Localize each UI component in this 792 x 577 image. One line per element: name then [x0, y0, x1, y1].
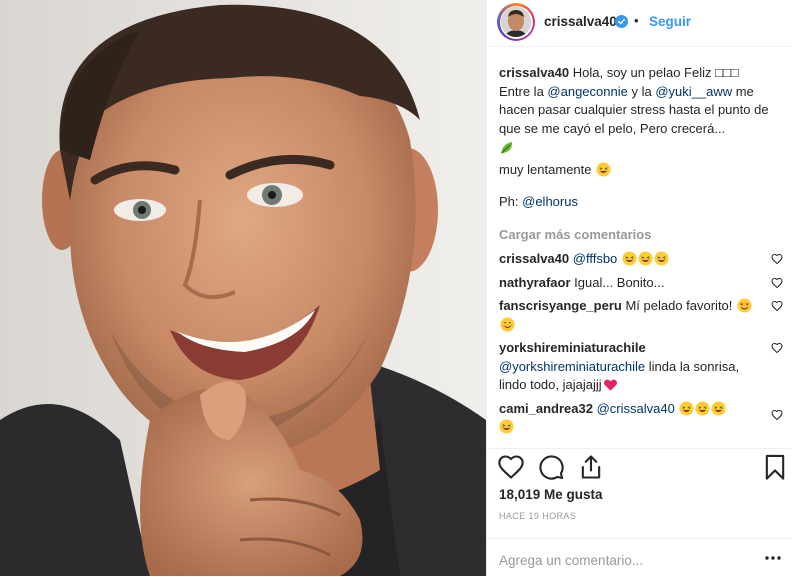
comment-like-heart-icon[interactable] — [771, 253, 783, 265]
laughing-emoji-icon — [499, 419, 514, 434]
comment-like-heart-icon[interactable] — [771, 300, 783, 312]
more-options-icon[interactable] — [765, 555, 781, 561]
comment-item: nathyrafaor Igual... Bonito... — [499, 274, 787, 293]
load-more-comments-button[interactable]: Cargar más comentarios — [499, 226, 787, 245]
avatar[interactable] — [497, 3, 535, 41]
likes-count[interactable]: 18,019 Me gusta — [499, 487, 603, 502]
comment-username[interactable]: crissalva40 — [499, 251, 569, 266]
portrait-image — [0, 0, 486, 576]
comment-like-heart-icon[interactable] — [771, 277, 783, 289]
comment-icon[interactable] — [537, 453, 565, 481]
follow-button[interactable]: Seguir — [649, 14, 691, 29]
caption-username[interactable]: crissalva40 — [499, 65, 569, 80]
caption-text-2: Entre la — [499, 83, 548, 99]
comment-item: crissalva40 @fffsbo — [499, 250, 787, 269]
mention-link[interactable]: @yorkshireminiaturachile — [499, 359, 645, 374]
add-comment-input[interactable] — [499, 551, 749, 569]
laughing-emoji-icon — [679, 400, 694, 416]
comment-item: fanscrisyange_peru Mí pelado favorito! — [499, 297, 787, 334]
post-photo[interactable] — [0, 0, 486, 576]
laughing-emoji-icon — [711, 400, 726, 416]
mention-link[interactable]: @fffsbo — [573, 251, 618, 266]
laughing-emoji-icon — [695, 400, 710, 416]
smiling-emoji-icon — [500, 316, 515, 332]
mention-link[interactable]: @elhorus — [522, 194, 578, 209]
laughing-emoji-icon — [596, 161, 611, 177]
post-caption: crissalva40 Hola, soy un pelao Feliz □□□… — [499, 64, 787, 212]
comment-item: yorkshireminiaturachile @yorkshireminiat… — [499, 339, 787, 395]
comment-item: cami_andrea32 @crissalva40 — [499, 400, 787, 437]
leaf-emoji-icon — [501, 142, 513, 154]
laughing-emoji-icon — [638, 251, 653, 266]
post-timestamp: HACE 19 HORAS — [499, 511, 577, 521]
heart-icon[interactable] — [497, 453, 525, 481]
verified-badge-icon — [615, 15, 628, 28]
comment-username[interactable]: nathyrafaor — [499, 275, 571, 290]
mention-link[interactable]: @yuki__aww — [655, 84, 732, 99]
comment-username[interactable]: fanscrisyange_peru — [499, 298, 622, 313]
caption-text-3: y la — [627, 83, 656, 99]
caption-symbols: □□□ — [715, 65, 739, 80]
laughing-emoji-icon — [654, 251, 669, 266]
mention-link[interactable]: @angeconnie — [547, 84, 627, 99]
header-separator: • — [634, 13, 639, 28]
comment-text: Igual... Bonito... — [570, 274, 665, 290]
comment-text — [617, 251, 621, 266]
mention-link[interactable]: @crissalva40 — [597, 401, 675, 416]
star-struck-emoji-icon — [737, 298, 752, 313]
share-icon[interactable] — [577, 453, 605, 481]
caption-text-5: muy lentamente — [499, 161, 596, 177]
post-header: crissalva40 • Seguir — [487, 0, 792, 47]
laughing-emoji-icon — [622, 251, 637, 266]
comment-text — [675, 401, 679, 416]
comment-username[interactable]: cami_andrea32 — [499, 401, 593, 416]
comment-like-heart-icon[interactable] — [771, 409, 783, 421]
post-side-panel: crissalva40 • Seguir crissalva40 Hola, s… — [486, 0, 792, 576]
caption-text-1: Hola, soy un pelao Feliz — [569, 65, 716, 80]
ph-label: Ph: — [499, 194, 523, 209]
comment-text: Mí pelado favorito! — [621, 298, 737, 313]
bookmark-icon[interactable] — [761, 453, 789, 481]
red-heart-emoji-icon — [603, 379, 617, 391]
action-bar — [487, 448, 792, 489]
add-comment-bar — [487, 538, 792, 577]
header-username[interactable]: crissalva40 — [544, 14, 617, 29]
comments-section: crissalva40 Hola, soy un pelao Feliz □□□… — [499, 64, 787, 442]
comment-like-heart-icon[interactable] — [771, 342, 783, 354]
comment-username[interactable]: yorkshireminiaturachile — [499, 340, 646, 355]
